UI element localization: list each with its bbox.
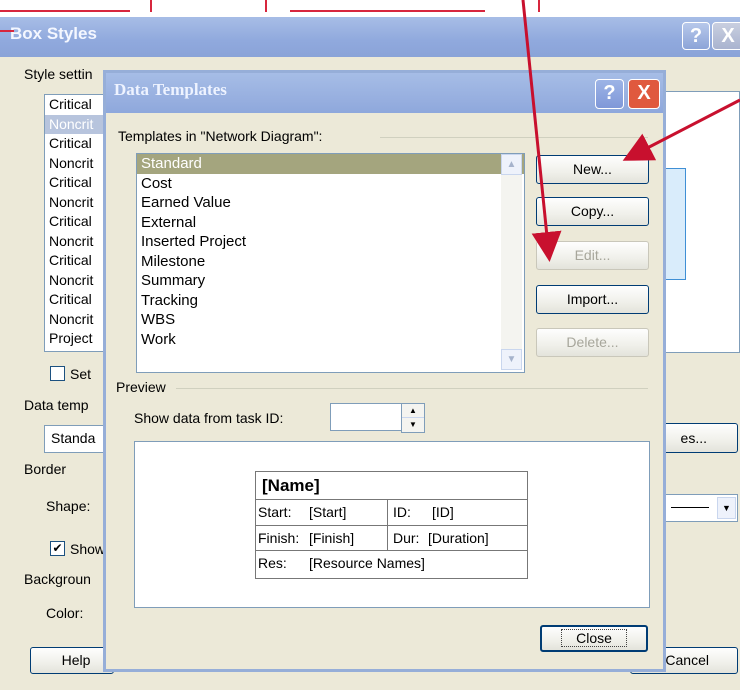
annotation-arrows [521, 0, 740, 262]
arrow-to-edit-icon [521, 0, 562, 262]
arrow-to-new-icon [622, 98, 740, 161]
